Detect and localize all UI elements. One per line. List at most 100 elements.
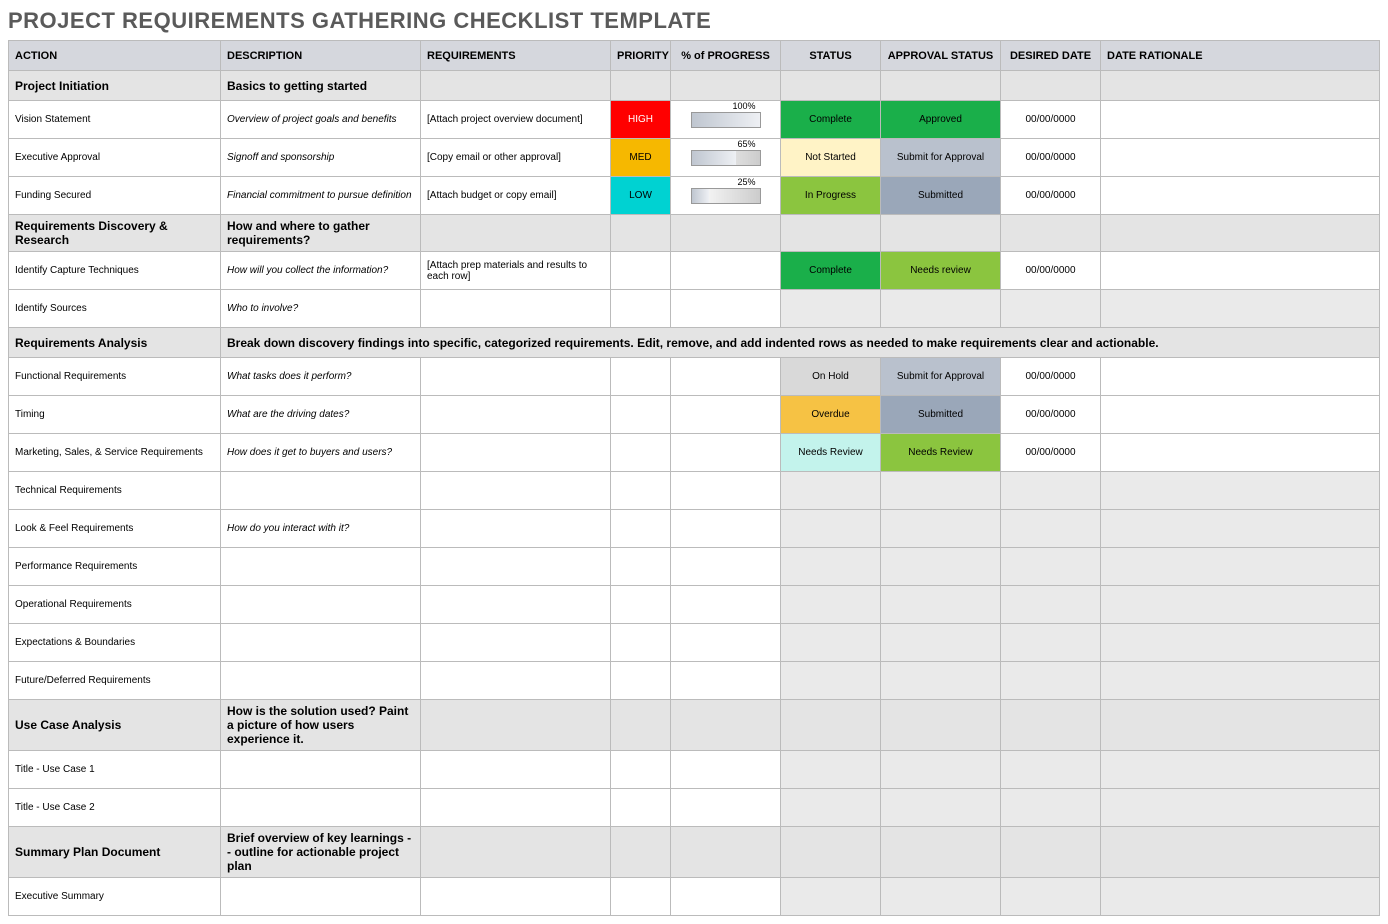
cell-status[interactable] (781, 548, 881, 586)
cell-status[interactable]: Complete (781, 101, 881, 139)
cell-rationale[interactable] (1101, 624, 1380, 662)
cell-rationale[interactable] (1101, 662, 1380, 700)
cell-rationale[interactable] (1101, 510, 1380, 548)
cell-progress[interactable] (671, 751, 781, 789)
cell-date[interactable] (1001, 878, 1101, 916)
cell-priority[interactable]: HIGH (611, 101, 671, 139)
cell-status[interactable]: Complete (781, 252, 881, 290)
cell-description[interactable] (221, 548, 421, 586)
cell-date[interactable]: 00/00/0000 (1001, 177, 1101, 215)
cell-status[interactable] (781, 290, 881, 328)
cell-date[interactable]: 00/00/0000 (1001, 434, 1101, 472)
cell-priority[interactable] (611, 624, 671, 662)
cell-date[interactable]: 00/00/0000 (1001, 101, 1101, 139)
cell-status[interactable] (781, 624, 881, 662)
cell-approval[interactable]: Submit for Approval (881, 139, 1001, 177)
cell-priority[interactable] (611, 290, 671, 328)
cell-priority[interactable]: MED (611, 139, 671, 177)
cell-description[interactable]: Signoff and sponsorship (221, 139, 421, 177)
cell-requirements[interactable] (421, 396, 611, 434)
cell-progress[interactable]: 25% (671, 177, 781, 215)
cell-requirements[interactable] (421, 510, 611, 548)
cell-description[interactable]: How does it get to buyers and users? (221, 434, 421, 472)
cell-status[interactable] (781, 789, 881, 827)
cell-progress[interactable] (671, 434, 781, 472)
cell-description[interactable] (221, 624, 421, 662)
cell-progress[interactable] (671, 548, 781, 586)
cell-approval[interactable]: Needs review (881, 252, 1001, 290)
cell-priority[interactable] (611, 396, 671, 434)
cell-rationale[interactable] (1101, 751, 1380, 789)
cell-description[interactable] (221, 472, 421, 510)
cell-approval[interactable] (881, 751, 1001, 789)
cell-date[interactable] (1001, 586, 1101, 624)
cell-priority[interactable] (611, 252, 671, 290)
cell-date[interactable] (1001, 472, 1101, 510)
cell-description[interactable]: Who to involve? (221, 290, 421, 328)
cell-requirements[interactable] (421, 586, 611, 624)
cell-action[interactable]: Timing (9, 396, 221, 434)
cell-description[interactable] (221, 662, 421, 700)
cell-progress[interactable] (671, 396, 781, 434)
cell-date[interactable] (1001, 751, 1101, 789)
cell-priority[interactable] (611, 548, 671, 586)
cell-status[interactable] (781, 472, 881, 510)
cell-rationale[interactable] (1101, 139, 1380, 177)
cell-progress[interactable] (671, 472, 781, 510)
cell-action[interactable]: Executive Approval (9, 139, 221, 177)
cell-action[interactable]: Future/Deferred Requirements (9, 662, 221, 700)
cell-progress[interactable]: 65% (671, 139, 781, 177)
cell-rationale[interactable] (1101, 586, 1380, 624)
cell-description[interactable] (221, 586, 421, 624)
cell-requirements[interactable]: [Attach project overview document] (421, 101, 611, 139)
cell-date[interactable]: 00/00/0000 (1001, 252, 1101, 290)
cell-approval[interactable]: Approved (881, 101, 1001, 139)
cell-description[interactable] (221, 878, 421, 916)
cell-approval[interactable] (881, 290, 1001, 328)
cell-requirements[interactable] (421, 358, 611, 396)
cell-progress[interactable] (671, 586, 781, 624)
cell-approval[interactable] (881, 510, 1001, 548)
cell-action[interactable]: Performance Requirements (9, 548, 221, 586)
cell-progress[interactable] (671, 789, 781, 827)
cell-approval[interactable]: Submitted (881, 396, 1001, 434)
cell-action[interactable]: Expectations & Boundaries (9, 624, 221, 662)
cell-priority[interactable] (611, 472, 671, 510)
cell-rationale[interactable] (1101, 789, 1380, 827)
cell-requirements[interactable] (421, 548, 611, 586)
cell-requirements[interactable] (421, 878, 611, 916)
cell-approval[interactable] (881, 472, 1001, 510)
cell-action[interactable]: Look & Feel Requirements (9, 510, 221, 548)
cell-date[interactable] (1001, 290, 1101, 328)
cell-progress[interactable] (671, 878, 781, 916)
cell-priority[interactable] (611, 510, 671, 548)
cell-description[interactable] (221, 751, 421, 789)
cell-requirements[interactable] (421, 624, 611, 662)
cell-action[interactable]: Executive Summary (9, 878, 221, 916)
cell-description[interactable]: What tasks does it perform? (221, 358, 421, 396)
cell-approval[interactable] (881, 548, 1001, 586)
cell-priority[interactable] (611, 662, 671, 700)
cell-date[interactable] (1001, 510, 1101, 548)
cell-requirements[interactable] (421, 751, 611, 789)
cell-priority[interactable]: LOW (611, 177, 671, 215)
cell-approval[interactable] (881, 878, 1001, 916)
cell-priority[interactable] (611, 586, 671, 624)
cell-description[interactable]: What are the driving dates? (221, 396, 421, 434)
cell-action[interactable]: Identify Capture Techniques (9, 252, 221, 290)
cell-progress[interactable]: 100% (671, 101, 781, 139)
cell-date[interactable]: 00/00/0000 (1001, 396, 1101, 434)
cell-progress[interactable] (671, 624, 781, 662)
cell-action[interactable]: Title - Use Case 1 (9, 751, 221, 789)
cell-rationale[interactable] (1101, 548, 1380, 586)
cell-date[interactable] (1001, 789, 1101, 827)
cell-action[interactable]: Vision Statement (9, 101, 221, 139)
cell-requirements[interactable] (421, 434, 611, 472)
cell-status[interactable] (781, 510, 881, 548)
cell-progress[interactable] (671, 290, 781, 328)
cell-priority[interactable] (611, 434, 671, 472)
cell-approval[interactable] (881, 789, 1001, 827)
cell-approval[interactable] (881, 624, 1001, 662)
cell-action[interactable]: Technical Requirements (9, 472, 221, 510)
cell-rationale[interactable] (1101, 290, 1380, 328)
